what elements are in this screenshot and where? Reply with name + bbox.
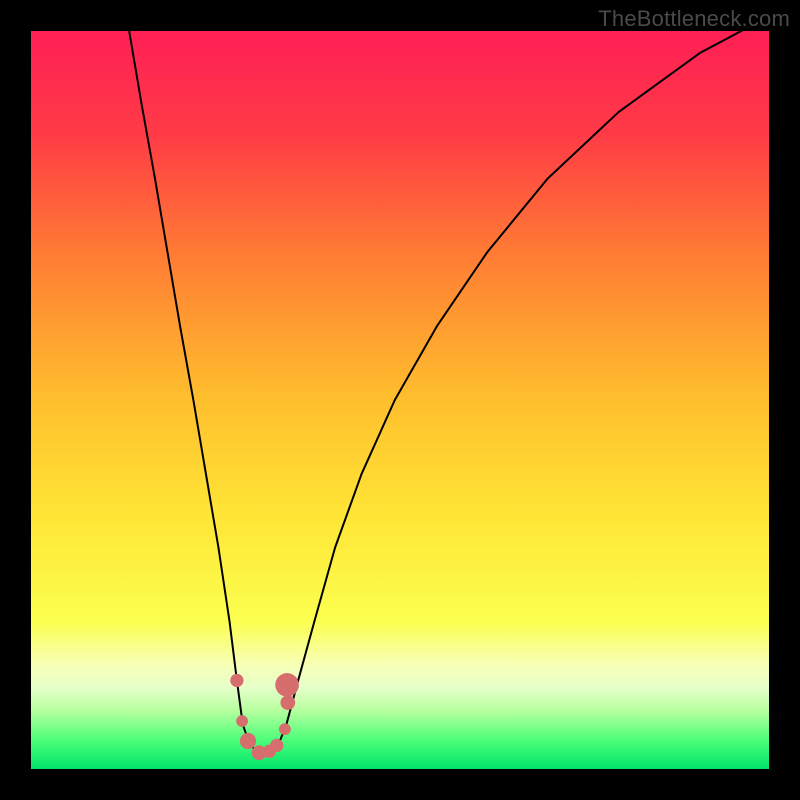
curve-marker — [280, 695, 295, 710]
curve-marker — [275, 673, 299, 697]
curve-layer — [31, 31, 769, 769]
bottleneck-curve-left — [129, 31, 243, 725]
watermark-label: TheBottleneck.com — [598, 6, 790, 32]
bottleneck-curve-right — [286, 16, 769, 724]
curve-marker — [240, 733, 256, 749]
curve-marker — [270, 739, 283, 752]
curve-marker — [279, 723, 291, 735]
curve-marker — [230, 674, 243, 687]
curve-marker — [236, 715, 248, 727]
chart-frame: TheBottleneck.com — [0, 0, 800, 800]
